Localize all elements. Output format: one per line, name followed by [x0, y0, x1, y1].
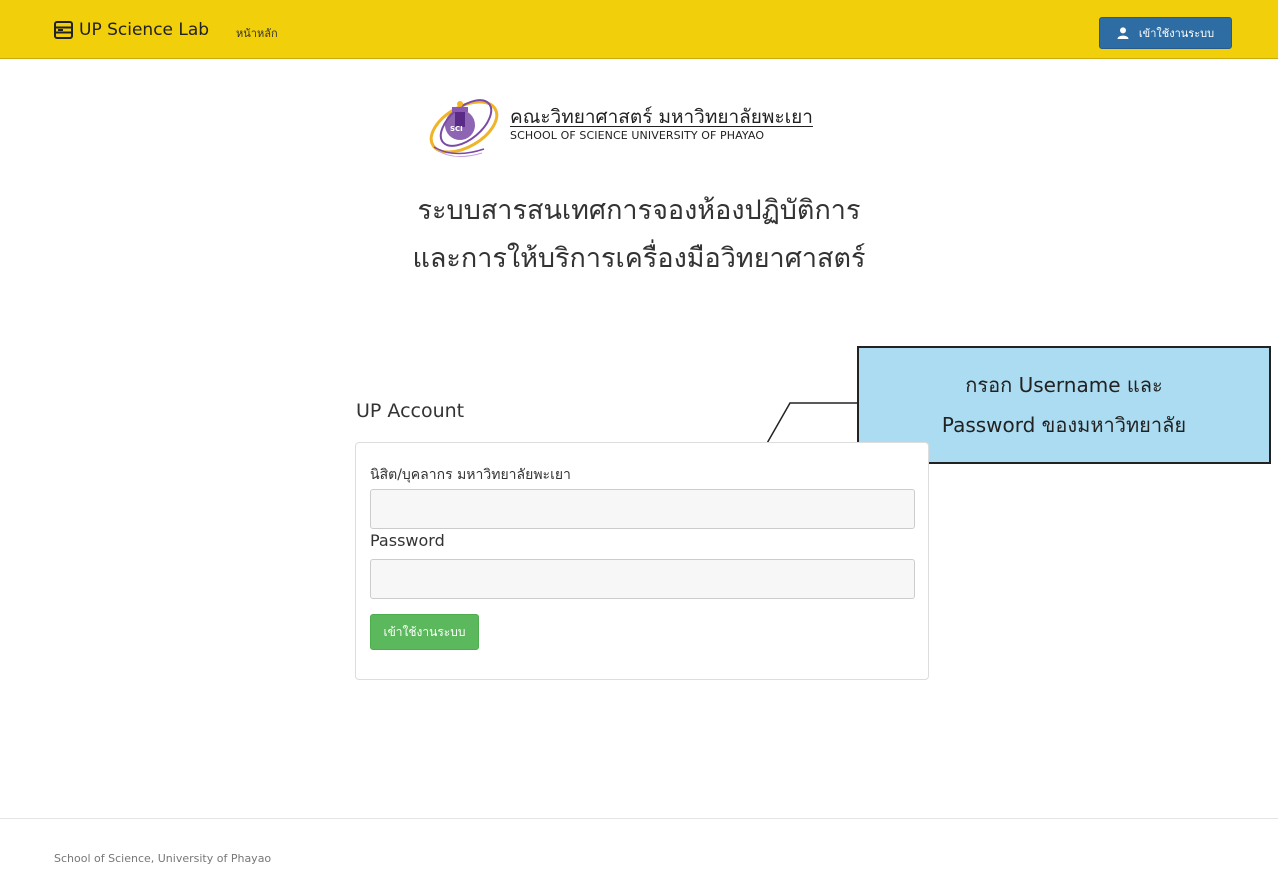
svg-text:SCI: SCI	[450, 125, 463, 133]
callout-line2: Password ของมหาวิทยาลัย	[941, 413, 1187, 437]
username-input[interactable]	[370, 489, 915, 529]
login-panel: นิสิต/บุคลากร มหาวิทยาลัยพะเยา Password …	[355, 442, 929, 680]
password-input[interactable]	[370, 559, 915, 599]
university-emblem-icon: SCI	[429, 99, 499, 157]
faculty-logo: SCI คณะวิทยาศาสตร์ มหาวิทยาลัยพะเยา SCHO…	[424, 85, 884, 165]
user-icon	[1117, 27, 1129, 39]
faculty-name-thai: คณะวิทยาศาสตร์ มหาวิทยาลัยพะเยา	[510, 106, 813, 128]
brand-title: UP Science Lab	[79, 20, 210, 40]
footer-text: School of Science, University of Phayao	[54, 852, 272, 865]
login-heading: UP Account	[356, 400, 465, 422]
top-navbar: UP Science Lab หน้าหลัก เข้าใช้งานระบบ	[0, 0, 1278, 59]
faculty-name-english: SCHOOL OF SCIENCE UNIVERSITY OF PHAYAO	[510, 129, 765, 142]
callout-line1: กรอก Username และ	[965, 373, 1163, 397]
footer-divider	[0, 818, 1278, 819]
brand-link[interactable]: UP Science Lab	[54, 18, 209, 42]
password-label: Password	[370, 531, 445, 550]
username-label: นิสิต/บุคลากร มหาวิทยาลัยพะเยา	[370, 467, 571, 483]
nav-home-link[interactable]: หน้าหลัก	[236, 24, 278, 42]
system-title-line1: ระบบสารสนเทศการจองห้องปฏิบัติการ	[417, 195, 861, 226]
nav-login-label: เข้าใช้งานระบบ	[1138, 27, 1215, 40]
login-submit-button[interactable]: เข้าใช้งานระบบ	[370, 614, 479, 650]
nav-login-button[interactable]: เข้าใช้งานระบบ	[1099, 17, 1232, 49]
server-icon	[54, 21, 73, 39]
system-title-line2: และการให้บริการเครื่องมือวิทยาศาสตร์	[412, 243, 866, 274]
